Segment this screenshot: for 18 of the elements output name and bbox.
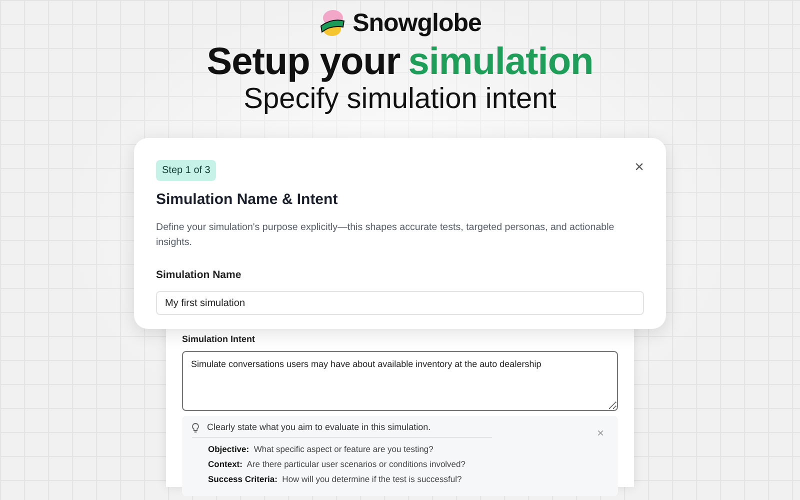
tip-text: Clearly state what you aim to evaluate in this simulation. [207, 420, 431, 434]
dialog-description: Define your simulation's purpose explicitly—this shapes accurate tests, targeted personas, and actionable insights. [156, 220, 616, 250]
name-label: Simulation Name [156, 268, 242, 282]
tip-item: Objective: What specific aspect or feature are you testing? [208, 444, 434, 454]
brand-name: Snowglobe [352, 8, 482, 38]
tip-item: Context: Are there particular user scenarios or conditions involved? [208, 459, 466, 470]
step-badge: Step 1 of 3 [156, 160, 216, 181]
headline-accent: simulation [408, 42, 594, 82]
logo-icon [318, 8, 345, 38]
close-button[interactable]: × [634, 160, 644, 176]
name-field[interactable]: My first simulation [156, 291, 644, 316]
tip-item: Success Criteria: How will you determine if the test is successful? [208, 474, 463, 484]
dialog-title: Simulation Name & Intent [156, 190, 339, 210]
headline: Setup your [206, 42, 400, 82]
intent-label: Simulation Intent [182, 333, 256, 346]
lightbulb-icon [192, 422, 199, 432]
subtitle: Specify simulation intent [244, 82, 556, 116]
intent-field[interactable]: Simulate conversations users may have about available inventory at the auto dealership [182, 350, 618, 411]
